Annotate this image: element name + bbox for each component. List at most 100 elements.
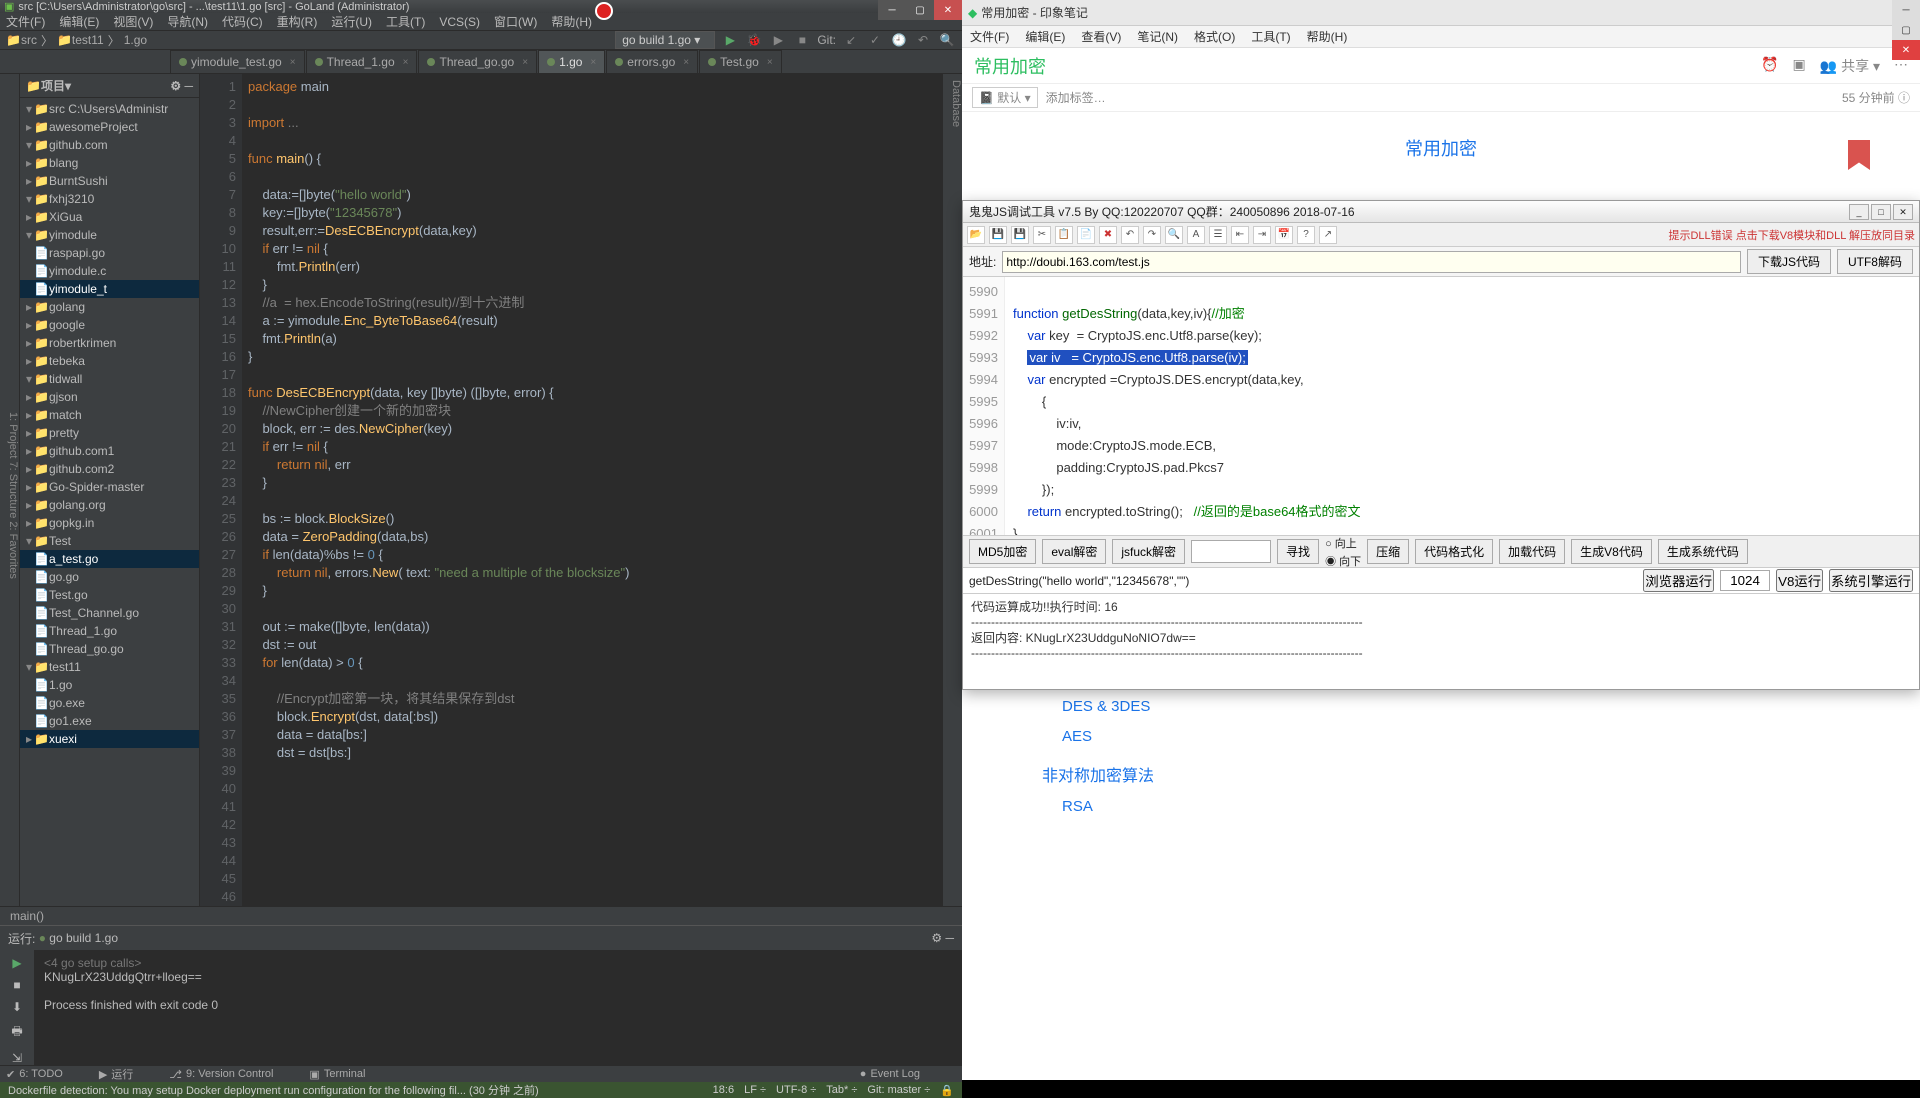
lock-icon[interactable]: 🔒 xyxy=(940,1084,954,1097)
eval-button[interactable]: eval解密 xyxy=(1042,539,1106,564)
outdent-icon[interactable]: ⇤ xyxy=(1231,226,1249,244)
menu-file[interactable]: 文件(F) xyxy=(6,13,45,30)
code-area[interactable]: package main import ... func main() { da… xyxy=(242,74,942,906)
tree-folder[interactable]: ▾📁 Test xyxy=(20,532,199,550)
project-tree[interactable]: ▾📁 src C:\Users\Administr▸📁 awesomeProje… xyxy=(20,98,199,750)
tree-file[interactable]: 📄 go1.exe xyxy=(20,712,199,730)
stop-icon[interactable]: ■ xyxy=(13,978,20,992)
project-header[interactable]: 📁 项目 ▾⚙ ─ xyxy=(20,74,199,98)
address-input[interactable] xyxy=(1002,251,1741,273)
tree-file[interactable]: 📄 raspapi.go xyxy=(20,244,199,262)
menu-view[interactable]: 查看(V) xyxy=(1081,28,1121,45)
tab-4[interactable]: errors.go× xyxy=(606,50,698,73)
maximize-button[interactable]: ▢ xyxy=(1892,20,1920,40)
menu-window[interactable]: 窗口(W) xyxy=(494,13,537,30)
close-tab-icon[interactable]: × xyxy=(290,57,296,68)
reminder-icon[interactable]: ⏰ xyxy=(1761,56,1778,76)
tree-file[interactable]: 📄 yimodule_t xyxy=(20,280,199,298)
tree-folder[interactable]: ▸📁 github.com1 xyxy=(20,442,199,460)
format-button[interactable]: 代码格式化 xyxy=(1415,539,1493,564)
todo-tab[interactable]: ✔ 6: TODO xyxy=(6,1068,81,1081)
link-rsa[interactable]: RSA xyxy=(1062,792,1880,822)
info-icon[interactable]: ⓘ xyxy=(1898,89,1910,106)
browser-run-button[interactable]: 浏览器运行 xyxy=(1643,569,1714,592)
eventlog-tab[interactable]: ● Event Log xyxy=(860,1068,938,1080)
tree-folder[interactable]: ▸📁 pretty xyxy=(20,424,199,442)
menu-help[interactable]: 帮助(H) xyxy=(551,13,592,30)
menu-tools[interactable]: 工具(T) xyxy=(386,13,425,30)
minimize-button[interactable]: ─ xyxy=(1892,0,1920,20)
tree-folder[interactable]: ▸📁 golang xyxy=(20,298,199,316)
gen-sys-button[interactable]: 生成系统代码 xyxy=(1658,539,1748,564)
copy-icon[interactable]: 📋 xyxy=(1055,226,1073,244)
tree-folder[interactable]: ▾📁 tidwall xyxy=(20,370,199,388)
tree-folder[interactable]: ▸📁 match xyxy=(20,406,199,424)
terminal-tab[interactable]: ▣ Terminal xyxy=(309,1068,383,1081)
close-tab-icon[interactable]: × xyxy=(590,57,596,68)
engine-run-button[interactable]: 系统引擎运行 xyxy=(1829,569,1913,592)
tree-folder[interactable]: ▸📁 XiGua xyxy=(20,208,199,226)
tree-folder[interactable]: ▸📁 awesomeProject xyxy=(20,118,199,136)
note-title[interactable]: 常用加密 xyxy=(974,53,1046,79)
minimize-button[interactable]: ─ xyxy=(878,0,906,20)
coverage-icon[interactable]: ▶ xyxy=(769,31,787,49)
js-debugger-window[interactable]: 鬼鬼JS调试工具 v7.5 By QQ:120220707 QQ群：240050… xyxy=(962,200,1920,690)
menu-refactor[interactable]: 重构(R) xyxy=(277,13,318,30)
tree-file[interactable]: 📄 go.go xyxy=(20,568,199,586)
menu-edit[interactable]: 编辑(E) xyxy=(1025,28,1065,45)
menu-file[interactable]: 文件(F) xyxy=(970,28,1009,45)
menu-help[interactable]: 帮助(H) xyxy=(1307,28,1348,45)
utf8-decode-button[interactable]: UTF8解码 xyxy=(1837,249,1913,274)
tree-folder[interactable]: ▸📁 robertkrimen xyxy=(20,334,199,352)
menu-view[interactable]: 视图(V) xyxy=(113,13,153,30)
tree-file[interactable]: 📄 1.go xyxy=(20,676,199,694)
stop-icon[interactable]: ■ xyxy=(793,31,811,49)
run-config-select[interactable]: go build 1.go ▾ xyxy=(615,31,715,49)
redo-icon[interactable]: ↷ xyxy=(1143,226,1161,244)
run-output[interactable]: <4 go setup calls> KNugLrX23UddgQtrr+llo… xyxy=(34,950,962,1065)
update-icon[interactable]: ↙ xyxy=(842,31,860,49)
tree-folder[interactable]: ▸📁 BurntSushi xyxy=(20,172,199,190)
rerun-icon[interactable]: ▶ xyxy=(12,956,21,970)
gear-icon[interactable]: ⚙ xyxy=(931,931,942,945)
crumb-0[interactable]: src xyxy=(21,33,37,47)
project-tool-window[interactable]: 📁 项目 ▾⚙ ─ ▾📁 src C:\Users\Administr▸📁 aw… xyxy=(20,74,200,906)
popup-icon[interactable]: ↗ xyxy=(1319,226,1337,244)
tree-file[interactable]: 📄 go.exe xyxy=(20,694,199,712)
close-tab-icon[interactable]: × xyxy=(767,57,773,68)
tree-file[interactable]: 📄 Test_Channel.go xyxy=(20,604,199,622)
crumb-2[interactable]: 1.go xyxy=(124,33,147,47)
menu-run[interactable]: 运行(U) xyxy=(331,13,372,30)
tree-folder[interactable]: ▾📁 src C:\Users\Administr xyxy=(20,100,199,118)
run-header[interactable]: 运行: ● go build 1.go ⚙ ─ xyxy=(0,926,962,950)
menu-nav[interactable]: 导航(N) xyxy=(167,13,208,30)
down-icon[interactable]: ⬇ xyxy=(12,1000,22,1014)
gen-v8-button[interactable]: 生成V8代码 xyxy=(1571,539,1652,564)
help-icon[interactable]: ? xyxy=(1297,226,1315,244)
commit-icon[interactable]: ✓ xyxy=(866,31,884,49)
tree-folder[interactable]: ▾📁 github.com xyxy=(20,136,199,154)
maximize-button[interactable]: ▢ xyxy=(906,0,934,20)
tab-5[interactable]: Test.go× xyxy=(699,50,782,73)
close-tab-icon[interactable]: × xyxy=(683,57,689,68)
find-button[interactable]: 寻找 xyxy=(1277,539,1319,564)
maximize-button[interactable]: □ xyxy=(1871,204,1891,220)
ev-title-bar[interactable]: ◆ 常用加密 - 印象笔记 ─ ▢ ✕ xyxy=(962,0,1920,26)
revert-icon[interactable]: ↶ xyxy=(914,31,932,49)
load-button[interactable]: 加载代码 xyxy=(1499,539,1565,564)
save-as-icon[interactable]: 💾 xyxy=(1011,226,1029,244)
close-tab-icon[interactable]: × xyxy=(522,57,528,68)
menu-format[interactable]: 格式(O) xyxy=(1194,28,1235,45)
title-bar[interactable]: ▣ src [C:\Users\Administrator\go\src] - … xyxy=(0,0,962,13)
indent[interactable]: Tab* ÷ xyxy=(826,1084,857,1097)
left-tool-rail[interactable]: 1: Project 7: Structure 2: Favorites xyxy=(0,74,20,906)
tree-file[interactable]: 📄 Thread_1.go xyxy=(20,622,199,640)
line-sep[interactable]: LF ÷ xyxy=(744,1084,766,1097)
run-tool-window[interactable]: 运行: ● go build 1.go ⚙ ─ ▶ ■ ⬇ 🖶 ⇲ <4 go … xyxy=(0,925,962,1065)
export-icon[interactable]: ⇲ xyxy=(12,1051,22,1065)
caret-pos[interactable]: 18:6 xyxy=(713,1084,734,1097)
tree-folder[interactable]: ▸📁 Go-Spider-master xyxy=(20,478,199,496)
save-icon[interactable]: 💾 xyxy=(989,226,1007,244)
calendar-icon[interactable]: 📅 xyxy=(1275,226,1293,244)
dbg-code-area[interactable]: 5990599159925993599459955996599759985999… xyxy=(963,277,1919,535)
